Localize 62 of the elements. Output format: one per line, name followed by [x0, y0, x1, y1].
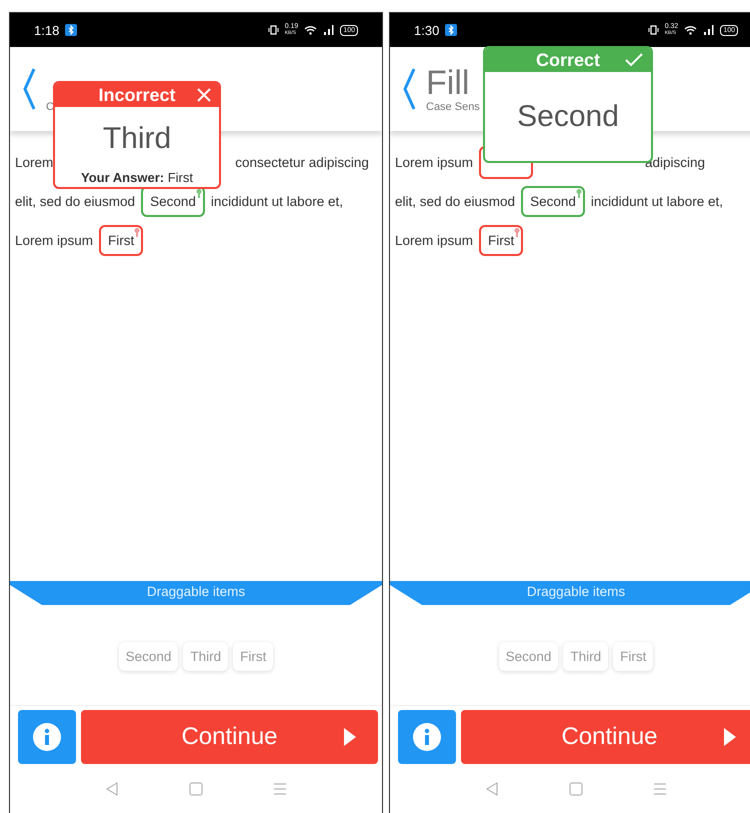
back-icon[interactable] — [22, 67, 36, 111]
vibrate-icon — [648, 25, 659, 35]
continue-button[interactable]: Continue — [461, 710, 750, 764]
your-answer-text: Your Answer: First — [81, 170, 193, 187]
draggable-chip[interactable]: First — [233, 642, 274, 670]
section-title: Draggable items — [526, 583, 626, 601]
passage-text: elit, sed do eiusmod — [395, 194, 516, 209]
signal-icon — [703, 25, 714, 35]
close-icon[interactable] — [197, 88, 211, 102]
screen-title: Fill — [426, 65, 470, 101]
menu-nav-icon[interactable] — [273, 782, 287, 796]
result-title: Correct — [536, 50, 600, 70]
info-icon — [413, 723, 441, 751]
passage-text: Lorem ipsum — [15, 233, 94, 248]
menu-nav-icon[interactable] — [653, 782, 667, 796]
passage-text: elit, sed do eiusmod — [15, 194, 136, 209]
answer-slot[interactable]: First — [479, 225, 524, 256]
back-nav-icon[interactable] — [105, 782, 119, 796]
correct-answer: Second — [517, 98, 619, 134]
passage-text: Lorem ipsum — [395, 155, 474, 170]
info-button[interactable] — [18, 710, 76, 764]
draggable-chip[interactable]: First — [613, 642, 654, 670]
check-icon — [625, 53, 643, 67]
vibrate-icon — [268, 25, 279, 35]
draggable-chip[interactable]: Second — [498, 642, 558, 670]
passage-text: incididunt ut labore et, — [590, 194, 723, 209]
draggable-chip[interactable]: Second — [118, 642, 178, 670]
status-time: 1:18 — [34, 22, 60, 38]
notification-icon — [445, 24, 458, 36]
result-title: Incorrect — [98, 84, 176, 106]
back-nav-icon[interactable] — [485, 782, 499, 796]
play-icon — [344, 728, 356, 746]
section-title: Draggable items — [146, 583, 246, 601]
pin-icon — [134, 228, 140, 237]
info-button[interactable] — [398, 710, 456, 764]
passage-text: Lorem — [15, 155, 54, 170]
passage-text: incididunt ut labore et, — [210, 194, 343, 209]
home-nav-icon[interactable] — [189, 782, 203, 796]
passage-text: Lorem ipsum — [395, 233, 474, 248]
status-time: 1:30 — [414, 22, 440, 38]
home-nav-icon[interactable] — [569, 782, 583, 796]
info-icon — [33, 723, 61, 751]
wifi-icon — [684, 25, 698, 35]
notification-icon — [65, 24, 78, 36]
continue-button[interactable]: Continue — [81, 710, 378, 764]
wifi-icon — [304, 25, 318, 35]
play-icon — [724, 728, 736, 746]
screen-subtitle: Case Sens — [426, 101, 480, 113]
passage-text: adipiscing — [645, 155, 706, 170]
pin-icon — [196, 189, 202, 198]
back-icon[interactable] — [402, 67, 416, 111]
pin-icon — [576, 189, 582, 198]
answer-slot[interactable]: Second — [521, 186, 585, 217]
answer-slot[interactable]: First — [99, 225, 144, 256]
signal-icon — [323, 25, 334, 35]
passage-text: consectetur adipiscing — [235, 155, 369, 170]
correct-answer: Third — [102, 120, 172, 156]
draggable-chip[interactable]: Third — [183, 642, 228, 670]
pin-icon — [514, 228, 520, 237]
draggable-chip[interactable]: Third — [563, 642, 608, 670]
screen-subtitle: C — [46, 101, 54, 113]
answer-slot[interactable]: Second — [141, 186, 205, 217]
